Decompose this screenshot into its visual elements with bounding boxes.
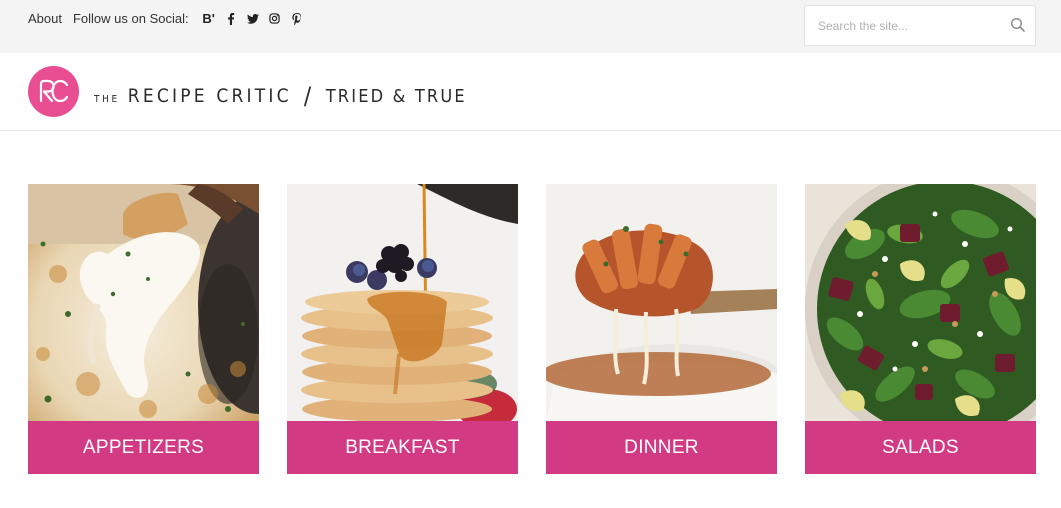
- pinterest-icon[interactable]: [286, 12, 308, 26]
- logo-brand: RECIPE CRITIC: [127, 85, 292, 107]
- search-icon[interactable]: [1010, 17, 1026, 33]
- category-card-breakfast[interactable]: BREAKFAST: [287, 184, 518, 474]
- top-links: About Follow us on Social: B': [28, 11, 308, 26]
- search-box: [804, 5, 1036, 46]
- site-header: THE RECIPE CRITIC / TRIED & TRUE: [0, 53, 1061, 131]
- rc-monogram-icon: [39, 79, 68, 102]
- category-card-salads[interactable]: SALADS: [805, 184, 1036, 474]
- logo-tagline: TRIED & TRUE: [325, 86, 467, 107]
- category-grid: APPETIZERS BREAKFAST DINNER SALADS: [28, 184, 1036, 474]
- category-label-dinner: DINNER: [546, 421, 777, 474]
- logo-wordmark[interactable]: THE RECIPE CRITIC / TRIED & TRUE: [94, 80, 467, 110]
- logo-slash: /: [303, 82, 314, 110]
- dinner-photo: [546, 184, 777, 421]
- search-input[interactable]: [805, 6, 1005, 45]
- follow-label: Follow us on Social:: [72, 11, 189, 26]
- breakfast-photo: [287, 184, 518, 421]
- twitter-icon[interactable]: [242, 12, 264, 26]
- instagram-icon[interactable]: [264, 12, 286, 26]
- appetizers-photo: [28, 184, 259, 421]
- logo-the: THE: [94, 94, 120, 105]
- category-label-salads: SALADS: [805, 421, 1036, 474]
- about-link[interactable]: About: [28, 11, 62, 26]
- salads-photo: [805, 184, 1036, 421]
- logo-monogram[interactable]: [28, 66, 79, 117]
- category-card-dinner[interactable]: DINNER: [546, 184, 777, 474]
- category-card-appetizers[interactable]: APPETIZERS: [28, 184, 259, 474]
- category-label-appetizers: APPETIZERS: [28, 421, 259, 474]
- social-icons: B': [198, 11, 308, 26]
- bloglovin-icon[interactable]: B': [198, 11, 220, 26]
- facebook-icon[interactable]: [220, 12, 242, 26]
- top-bar: About Follow us on Social: B': [0, 0, 1061, 53]
- category-label-breakfast: BREAKFAST: [287, 421, 518, 474]
